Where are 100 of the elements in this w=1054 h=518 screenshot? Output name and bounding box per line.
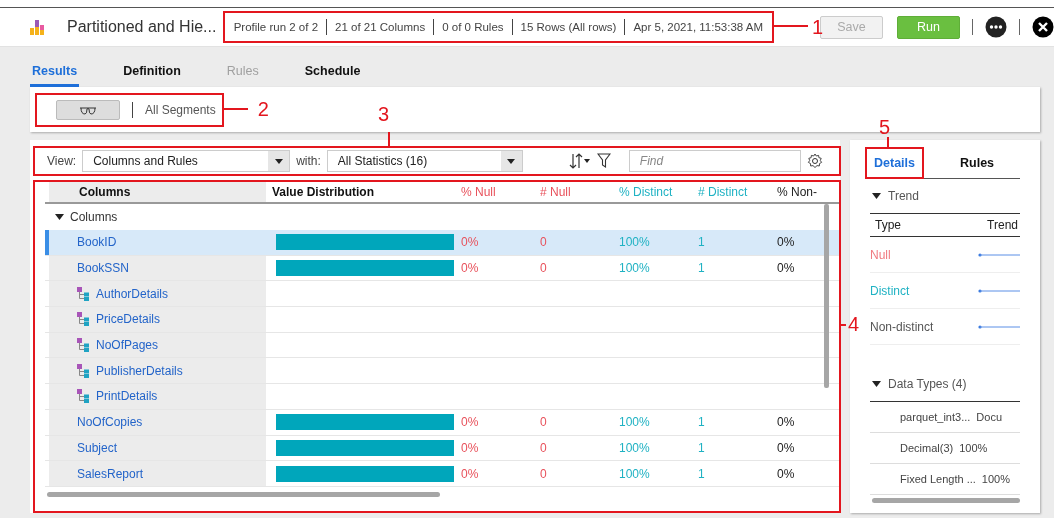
run-info-text: 0 of 0 Rules <box>442 21 504 33</box>
glasses-icon <box>79 104 97 115</box>
expand-caret-icon <box>55 214 64 220</box>
table-cell: 0% <box>777 261 795 276</box>
sparkline <box>978 288 1020 293</box>
column-name-link[interactable]: PrintDetails <box>96 389 158 404</box>
run-info-text: 15 Rows (All rows) <box>520 21 617 33</box>
column-name-link[interactable]: NoOfCopies <box>77 415 143 430</box>
caret-icon <box>274 158 283 164</box>
tab[interactable]: Schedule <box>302 64 363 87</box>
table-cell-text: 0% <box>461 235 480 250</box>
column-header[interactable]: Columns <box>49 182 266 202</box>
view-toggle-button[interactable] <box>56 99 120 120</box>
table-cell-text: 0 <box>540 235 548 250</box>
table-row[interactable]: NoOfCopies 0% 0 100% 1 0% <box>45 409 839 436</box>
data-type-name: Decimal(3) <box>900 442 954 454</box>
table-row[interactable]: PrintDetails <box>45 384 839 410</box>
table-cell-text: 1 <box>698 415 706 430</box>
column-name-link[interactable]: Subject <box>77 440 118 455</box>
find-field[interactable]: Find <box>628 150 801 172</box>
table-row[interactable]: PublisherDetails <box>45 358 839 385</box>
expand-caret-icon <box>872 381 881 387</box>
table-cell-text: 0 <box>540 261 548 276</box>
table-cell-text: 0% <box>461 415 480 430</box>
column-header[interactable]: % Distinct <box>619 185 698 199</box>
table-cell-text: 1 <box>698 235 706 250</box>
table-cell-text: 100% <box>619 466 651 481</box>
sort-icon[interactable] <box>568 153 591 169</box>
table-cell-text: 1 <box>698 261 706 276</box>
selected-row[interactable]: BookID 0% 0 100% 1 0% <box>45 230 839 256</box>
table-cell-text: 1 <box>698 466 706 481</box>
run-info-text: Profile run 2 of 2 <box>233 21 319 33</box>
table-row[interactable]: Subject 0% 0 100% 1 0% <box>45 435 839 462</box>
table-cell-text: 100% <box>619 415 651 430</box>
group-toggle[interactable]: Columns <box>49 209 124 225</box>
table-cell-text: 0 <box>540 415 548 430</box>
horizontal-scrollbar[interactable] <box>47 492 440 497</box>
table-cell: 0% <box>777 235 795 250</box>
table-row[interactable]: NoOfPages <box>45 332 839 359</box>
column-header[interactable]: % Null <box>461 185 540 199</box>
column-header[interactable]: # Distinct <box>698 185 777 199</box>
settings-icon[interactable] <box>806 153 823 169</box>
data-type-value: 100% <box>981 473 1010 485</box>
column-name-link[interactable]: BookSSN <box>77 261 130 276</box>
tab[interactable]: Details <box>868 156 921 170</box>
callout-number: 5 <box>879 117 891 137</box>
hierarchy-icon <box>77 312 89 327</box>
column-header[interactable]: # Null <box>540 185 619 199</box>
hierarchy-icon <box>77 363 89 378</box>
column-header[interactable]: % Non- <box>777 185 817 199</box>
column-name-link[interactable]: PriceDetails <box>96 312 161 327</box>
hierarchy-icon <box>77 389 89 404</box>
callout-number: 2 <box>257 98 269 119</box>
table-cell-text: 0% <box>461 261 480 276</box>
column-header[interactable]: Value Distribution <box>266 185 461 199</box>
data-type-value: 100% <box>959 442 988 454</box>
view-label: View: <box>47 154 77 168</box>
table-row[interactable]: SalesReport 0% 0 100% 1 0% <box>45 461 839 487</box>
column-name-link[interactable]: NoOfPages <box>96 338 159 353</box>
run-info-text: Apr 5, 2021, 11:53:38 AM <box>633 21 763 33</box>
sparkline <box>978 252 1020 257</box>
callout-number: 3 <box>378 104 390 124</box>
profile-title: Partitioned and Hie... <box>67 18 218 36</box>
segment-label: All Segments <box>145 102 216 117</box>
table-cell-text: 0 <box>540 466 548 481</box>
vertical-scrollbar[interactable] <box>824 204 829 388</box>
with-label: with: <box>296 154 321 168</box>
table-cell-text: 100% <box>619 261 651 276</box>
caret-icon <box>507 158 516 164</box>
table-cell-text: 0% <box>461 466 480 481</box>
column-name-link[interactable]: AuthorDetails <box>96 286 169 301</box>
table-cell: 0% <box>777 415 795 430</box>
callout-number: 4 <box>848 314 860 334</box>
table-cell: 0% <box>777 440 795 455</box>
view-dropdown[interactable]: Columns and Rules <box>82 150 291 172</box>
table-cell: 0% <box>777 466 795 481</box>
table-row[interactable]: AuthorDetails <box>45 281 839 308</box>
horizontal-scrollbar[interactable] <box>872 498 1020 503</box>
table-cell-text: 0 <box>540 440 548 455</box>
column-name-link[interactable]: BookID <box>77 235 117 250</box>
section-toggle[interactable]: Data Types (4) <box>870 367 1040 401</box>
hierarchy-icon <box>77 286 89 301</box>
section-toggle[interactable]: Trend <box>870 179 1040 213</box>
table-row[interactable]: PriceDetails <box>45 307 839 333</box>
trend-type-label: Non-distinct <box>870 319 934 334</box>
tab[interactable]: Rules <box>954 156 1001 170</box>
data-type-name: Fixed Length ... <box>900 473 976 485</box>
table-cell-text: 100% <box>619 235 651 250</box>
filter-icon[interactable] <box>596 153 611 169</box>
trend-type-label: Null <box>870 247 891 262</box>
statistics-dropdown[interactable]: All Statistics (16) <box>326 150 523 172</box>
close-icon[interactable] <box>1032 16 1054 38</box>
tab[interactable]: Definition <box>121 64 183 87</box>
table-cell-text: 0% <box>461 440 480 455</box>
table-row[interactable]: BookSSN 0% 0 100% 1 0% <box>45 255 839 282</box>
column-header: Type <box>874 218 901 232</box>
more-icon[interactable] <box>985 16 1007 38</box>
table-cell-text: 1 <box>698 440 706 455</box>
table-cell-text: 100% <box>619 440 651 455</box>
column-name-link[interactable]: SalesReport <box>77 466 144 481</box>
